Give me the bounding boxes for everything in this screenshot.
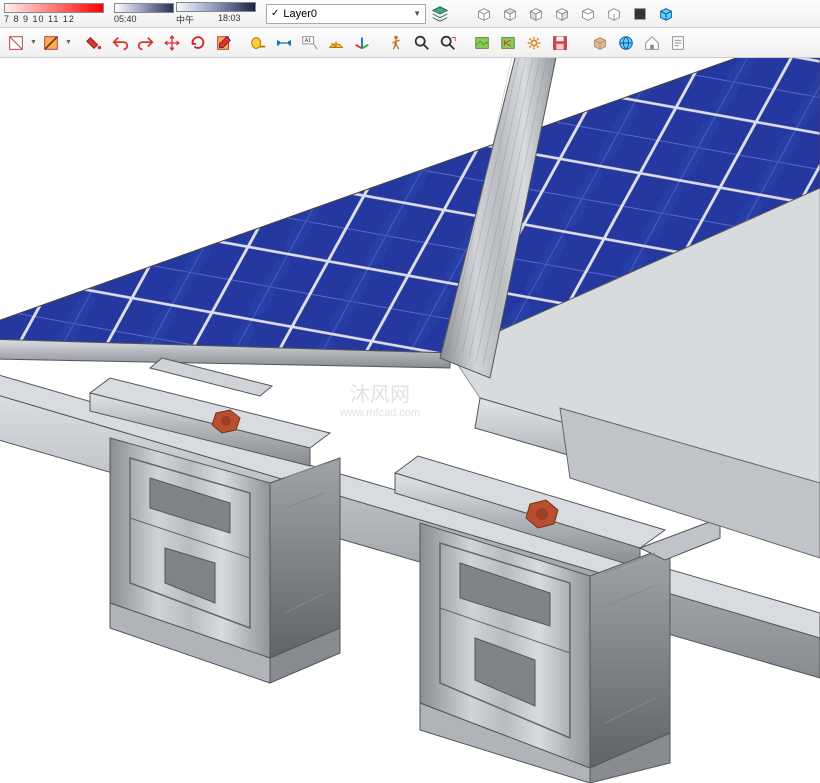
save-button[interactable] — [548, 31, 572, 55]
move-button[interactable] — [160, 31, 184, 55]
gear-icon — [525, 34, 543, 52]
tape-measure-icon — [249, 34, 267, 52]
cube-iso-icon — [657, 5, 675, 23]
layer-combo[interactable]: ✓ Layer0 ▼ — [266, 4, 426, 24]
text-label-button[interactable]: A1 — [298, 31, 322, 55]
image-button[interactable] — [470, 31, 494, 55]
walk-button[interactable] — [384, 31, 408, 55]
undo-button[interactable] — [108, 31, 132, 55]
zoom-extents-button[interactable] — [436, 31, 460, 55]
section-face-button[interactable] — [4, 31, 28, 55]
hours-ticks: 7 8 9 10 11 12 — [4, 14, 75, 24]
view-top-button[interactable] — [498, 2, 522, 26]
cube-front-icon — [631, 5, 649, 23]
refresh-icon — [189, 34, 207, 52]
viewport-svg — [0, 58, 820, 783]
view-back-button[interactable] — [576, 2, 600, 26]
save-icon — [551, 34, 569, 52]
image-match-icon — [499, 34, 517, 52]
cube-icon — [605, 5, 623, 23]
layers-icon — [431, 5, 449, 23]
protractor-icon — [327, 34, 345, 52]
house-icon — [643, 34, 661, 52]
edit-button[interactable] — [212, 31, 236, 55]
refresh-button[interactable] — [186, 31, 210, 55]
text-label-icon: A1 — [301, 34, 319, 52]
redo-button[interactable] — [134, 31, 158, 55]
section-face-icon — [7, 34, 25, 52]
view-iso-button[interactable] — [472, 2, 496, 26]
hours-gradient[interactable] — [4, 3, 104, 13]
noon-label: 中午 — [176, 13, 194, 26]
svg-text:A1: A1 — [304, 38, 311, 44]
cube-icon — [527, 5, 545, 23]
shadow-gradient-day: 05:40 — [114, 3, 174, 24]
image-icon — [473, 34, 491, 52]
view-front-button[interactable] — [524, 2, 548, 26]
page-button[interactable] — [666, 31, 690, 55]
cube-icon — [553, 5, 571, 23]
edit-icon — [215, 34, 233, 52]
cube-icon — [579, 5, 597, 23]
shadow-gradient-noon: 中午 18:03 — [176, 2, 256, 26]
model-viewport[interactable]: 沐风网 www.mfcad.com — [0, 58, 820, 783]
layer-selected-label: Layer0 — [283, 8, 317, 20]
cube-icon — [475, 5, 493, 23]
cube-icon — [501, 5, 519, 23]
dimension-button[interactable] — [272, 31, 296, 55]
toolbar-row-2: ▼ ▼ A1 — [0, 28, 820, 58]
globe-icon — [617, 34, 635, 52]
noon-gradient[interactable] — [176, 2, 256, 12]
paint-bucket-icon — [85, 34, 103, 52]
sunset-label: 18:03 — [218, 13, 241, 26]
layers-panel-button[interactable] — [428, 2, 452, 26]
view-left-button[interactable] — [602, 2, 626, 26]
undo-icon — [111, 34, 129, 52]
box-button[interactable] — [588, 31, 612, 55]
move-icon — [163, 34, 181, 52]
globe-button[interactable] — [614, 31, 638, 55]
view-bottom-button[interactable] — [628, 2, 652, 26]
box-icon — [591, 34, 609, 52]
chevron-down-icon: ▼ — [413, 9, 421, 18]
toolbar-row-1: 7 8 9 10 11 12 05:40 中午 18:03 ✓ Layer0 ▼ — [0, 0, 820, 28]
section-plane-icon — [42, 34, 60, 52]
axes-icon — [353, 34, 371, 52]
day-gradient[interactable] — [114, 3, 174, 13]
chevron-down-icon[interactable]: ▼ — [30, 39, 37, 46]
section-plane-button[interactable] — [39, 31, 63, 55]
shadow-gradient-hours: 7 8 9 10 11 12 — [4, 3, 104, 24]
checkmark-icon: ✓ — [271, 8, 279, 19]
tape-measure-button[interactable] — [246, 31, 270, 55]
protractor-button[interactable] — [324, 31, 348, 55]
image-match-button[interactable] — [496, 31, 520, 55]
paint-bucket-button[interactable] — [82, 31, 106, 55]
house-button[interactable] — [640, 31, 664, 55]
zoom-extents-icon — [439, 34, 457, 52]
redo-icon — [137, 34, 155, 52]
zoom-icon — [413, 34, 431, 52]
sunrise-label: 05:40 — [114, 14, 137, 24]
dimension-icon — [275, 34, 293, 52]
page-icon — [669, 34, 687, 52]
chevron-down-icon[interactable]: ▼ — [65, 39, 72, 46]
zoom-button[interactable] — [410, 31, 434, 55]
walk-icon — [387, 34, 405, 52]
gear-button[interactable] — [522, 31, 546, 55]
axes-button[interactable] — [350, 31, 374, 55]
view-iso2-button[interactable] — [654, 2, 678, 26]
view-right-button[interactable] — [550, 2, 574, 26]
